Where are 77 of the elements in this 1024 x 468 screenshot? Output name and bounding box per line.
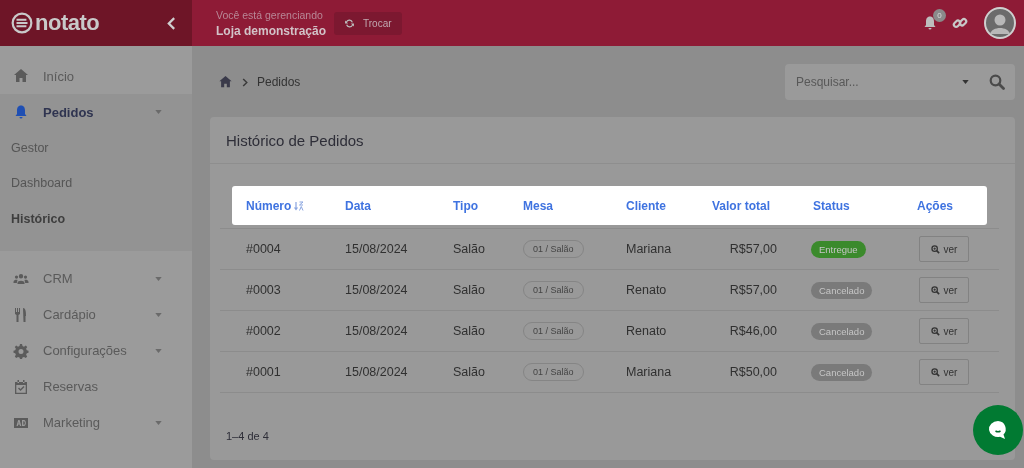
- table-cell-text: Salão: [453, 242, 486, 256]
- chevron-icon: [242, 77, 248, 87]
- zoom-in-icon: [930, 326, 940, 336]
- settings-icon: [12, 342, 30, 359]
- status-badge: Entregue: [811, 240, 866, 258]
- logo-text: notato: [35, 10, 100, 36]
- sidebar-label: Reservas: [43, 379, 98, 394]
- sidebar-label: CRM: [43, 271, 73, 286]
- breadcrumb-item[interactable]: Pedidos: [257, 75, 301, 89]
- table-cell-text: R$50,00: [728, 365, 777, 379]
- column-header: Valor total: [712, 198, 771, 213]
- link-icon[interactable]: [952, 15, 968, 31]
- home-icon: [12, 68, 30, 84]
- column-header: Cliente: [626, 198, 667, 213]
- sidebar-label: Pedidos: [43, 104, 94, 120]
- submenu-item[interactable]: Dashboard: [0, 165, 73, 201]
- table-cell-text: 15/08/2024: [345, 365, 409, 379]
- sidebar-item[interactable]: CRM: [0, 260, 192, 297]
- sidebar-label: Início: [43, 68, 75, 84]
- sidebar-label: Configurações: [43, 343, 127, 358]
- table-cell-text: R$46,00: [728, 324, 777, 338]
- table-cell-text: Renato: [626, 283, 668, 297]
- table-cell-text: Renato: [626, 324, 668, 338]
- zoom-in-icon: [930, 244, 940, 254]
- sidebar-item[interactable]: Cardápio: [0, 296, 192, 333]
- table-cell-text: 15/08/2024: [345, 283, 409, 297]
- home-icon[interactable]: [218, 75, 233, 89]
- sidebar-label: Cardápio: [43, 307, 96, 322]
- bell-icon[interactable]: [922, 15, 938, 31]
- status-badge: Cancelado: [811, 322, 873, 340]
- zoom-in-icon: [930, 367, 940, 377]
- switch-button[interactable]: Trocar: [334, 11, 402, 35]
- table-cell-text: 15/08/2024: [345, 324, 409, 338]
- zoom-in-icon: [930, 285, 940, 295]
- submenu-item[interactable]: Gestor: [0, 130, 49, 166]
- status-badge: Cancelado: [811, 281, 873, 299]
- table-cell-text: Mariana: [626, 365, 673, 379]
- logo-icon: [11, 12, 33, 34]
- card-title: Histórico de Pedidos: [210, 117, 1015, 164]
- table-cell-text: #0002: [246, 324, 282, 338]
- pagination-text: 1–4 de 4: [226, 430, 269, 442]
- table-cell-text: R$57,00: [728, 242, 777, 256]
- sidebar-item[interactable]: Marketing: [0, 404, 192, 441]
- table-cell-text: Salão: [453, 365, 486, 379]
- view-button[interactable]: ver: [919, 359, 969, 385]
- sidebar-label: Marketing: [43, 415, 101, 430]
- view-button[interactable]: ver: [919, 318, 969, 344]
- view-button[interactable]: ver: [919, 236, 969, 262]
- column-header: Status: [813, 198, 851, 213]
- refresh-icon: [344, 17, 356, 29]
- submenu-item[interactable]: Histórico: [0, 201, 66, 237]
- search-icon[interactable]: [989, 74, 1005, 90]
- table-cell-text: R$57,00: [728, 283, 777, 297]
- sidebar-item[interactable]: Início: [0, 58, 192, 94]
- search-field[interactable]: Pesquisar...: [785, 64, 1015, 100]
- avatar-icon[interactable]: [984, 7, 1016, 39]
- collapse-button[interactable]: [165, 14, 178, 32]
- managing-label: Você está gerenciando: [216, 8, 324, 21]
- table-cell-text: 15/08/2024: [345, 242, 409, 256]
- column-header: Mesa: [523, 198, 555, 213]
- table-cell-text: Salão: [453, 324, 486, 338]
- table-cell-text: #0004: [246, 242, 282, 256]
- calendar-icon: [12, 378, 30, 395]
- column-header[interactable]: Número: [246, 198, 292, 213]
- store-name: Loja demonstração: [216, 23, 327, 38]
- caret-icon: [962, 80, 969, 84]
- column-header: Data: [345, 198, 372, 213]
- table-cell-text: Mariana: [626, 242, 673, 256]
- sidebar-item[interactable]: Reservas: [0, 368, 192, 405]
- table-cell-text: #0001: [246, 365, 282, 379]
- table-cell-text: Salão: [453, 283, 486, 297]
- column-header: Tipo: [453, 198, 480, 213]
- status-badge: Cancelado: [811, 363, 873, 381]
- column-header: Ações: [917, 198, 955, 213]
- view-button[interactable]: ver: [919, 277, 969, 303]
- table-cell-text: #0003: [246, 283, 282, 297]
- sidebar-item[interactable]: Configurações: [0, 332, 192, 369]
